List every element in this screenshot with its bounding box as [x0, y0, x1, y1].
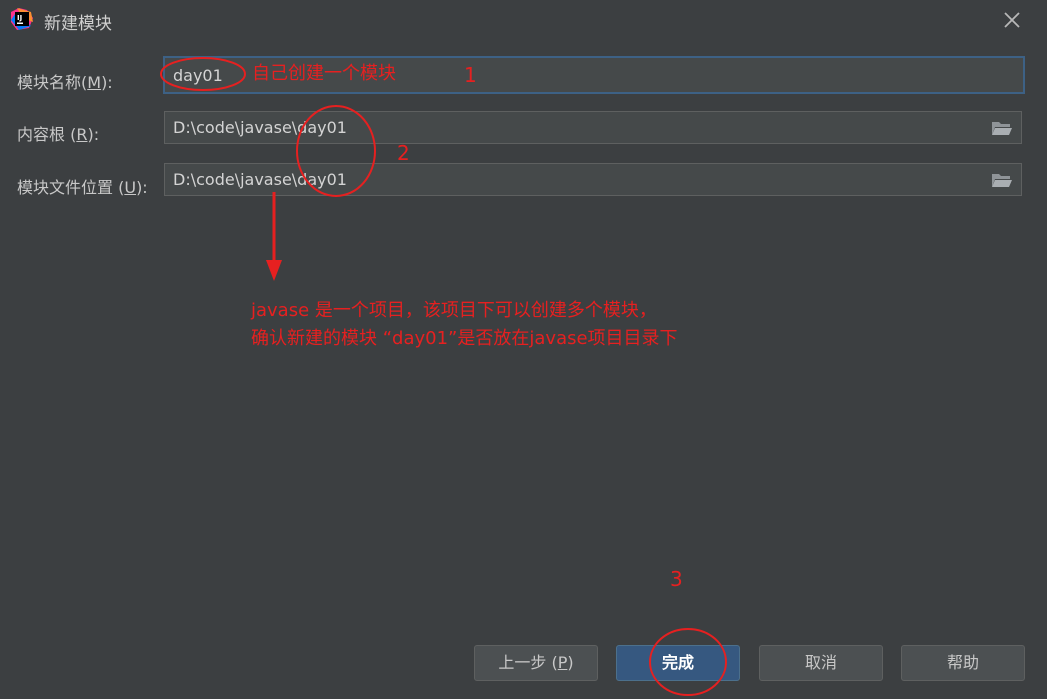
module-file-location-label: 模块文件位置 (U):: [17, 178, 148, 197]
annotation-step1-note: 自己创建一个模块: [252, 63, 396, 84]
annotation-step3-number: 3: [670, 567, 683, 591]
module-name-label: 模块名称(M):: [17, 73, 113, 92]
content-root-label: 内容根 (R):: [17, 125, 100, 144]
annotation-explanation-line1: javase 是一个项目，该项目下可以创建多个模块，: [251, 300, 657, 321]
module-file-location-input[interactable]: [173, 164, 973, 195]
help-button[interactable]: 帮助: [901, 645, 1025, 681]
svg-text:IJ: IJ: [17, 14, 22, 22]
folder-icon[interactable]: [991, 120, 1013, 136]
annotation-arrow-head: [266, 260, 282, 281]
title-bar: IJ 新建模块: [0, 0, 1047, 40]
annotation-step1-number: 1: [464, 63, 477, 87]
dialog-title: 新建模块: [44, 14, 112, 34]
content-root-field[interactable]: [164, 111, 1022, 144]
cancel-button[interactable]: 取消: [759, 645, 883, 681]
module-file-location-field[interactable]: [164, 163, 1022, 196]
annotation-step2-number: 2: [397, 141, 410, 165]
finish-button[interactable]: 完成: [616, 645, 740, 681]
content-root-input[interactable]: [173, 112, 973, 143]
folder-icon[interactable]: [991, 172, 1013, 188]
close-icon[interactable]: [998, 6, 1026, 34]
previous-button[interactable]: 上一步 (P): [474, 645, 598, 681]
intellij-idea-icon: IJ: [11, 8, 33, 30]
annotation-explanation-line2: 确认新建的模块 “day01”是否放在javase项目目录下: [251, 328, 678, 349]
